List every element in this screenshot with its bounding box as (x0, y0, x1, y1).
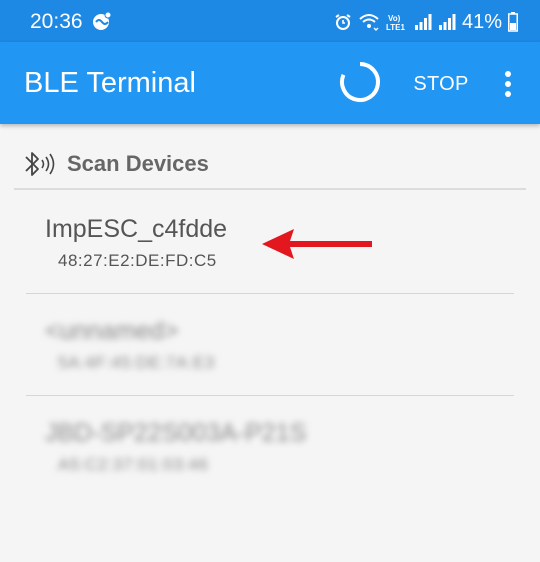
device-name: ImpESC_c4fdde (45, 215, 228, 243)
device-name: <unnamed> (45, 317, 179, 345)
device-list-item[interactable]: <unnamed> 5A:4F:45:DE:7A:E3 (0, 294, 540, 396)
status-icons: Vo) LTE1 41% (334, 9, 518, 35)
section-title: Scan Devices (67, 151, 209, 176)
svg-text:Vo): Vo) (388, 14, 401, 23)
battery-percent: 41% (461, 11, 502, 33)
signal-icon (438, 13, 456, 31)
stop-button[interactable]: STOP (400, 62, 482, 106)
app-title: BLE Terminal (24, 67, 196, 99)
device-address: 48:27:E2:DE:FD:C5 (58, 251, 217, 270)
section-header: Scan Devices (0, 124, 540, 190)
status-bar: 20:36 Vo) LTE1 41% (0, 0, 540, 42)
loading-spinner-icon (338, 60, 382, 104)
device-address: A5:C2:37:01:03:46 (58, 455, 209, 474)
divider (14, 188, 526, 190)
signal-icon (414, 13, 432, 31)
alarm-icon (334, 13, 352, 31)
battery-icon (508, 12, 518, 32)
device-name: JBD-SP22S003A-P21S (45, 419, 307, 447)
annotation-arrow-icon (262, 226, 374, 262)
notification-icon (92, 11, 112, 31)
bluetooth-scan-icon (22, 148, 58, 180)
wifi-icon (358, 13, 380, 31)
volte-icon: Vo) LTE1 (386, 12, 408, 32)
status-time: 20:36 (30, 10, 83, 33)
device-list-item[interactable]: JBD-SP22S003A-P21S A5:C2:37:01:03:46 (0, 396, 540, 498)
overflow-menu-icon[interactable] (490, 62, 526, 106)
svg-text:LTE1: LTE1 (386, 23, 406, 32)
app-bar: BLE Terminal STOP (0, 42, 540, 124)
device-address: 5A:4F:45:DE:7A:E3 (58, 353, 215, 372)
